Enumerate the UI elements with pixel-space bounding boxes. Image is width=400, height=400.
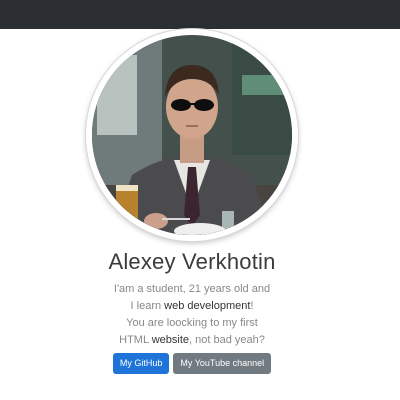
- bio-line-2: I learn web development!: [0, 298, 384, 315]
- github-button[interactable]: My GitHub: [112, 353, 170, 374]
- avatar: [92, 35, 292, 235]
- top-navbar: [0, 0, 400, 29]
- bio-line-4-prefix: HTML: [119, 334, 152, 346]
- bio-highlight-website: website: [151, 334, 190, 346]
- bio-line-2-prefix: I learn: [130, 300, 165, 312]
- bio-line-4: HTML website, not bad yeah?: [0, 332, 384, 349]
- bio-line-2-suffix: !: [250, 300, 254, 312]
- bio-highlight-web-development: web development: [164, 300, 251, 312]
- bio-line-1: I'am a student, 21 years old and: [113, 283, 271, 295]
- profile-links: My GitHub My YouTube channel: [0, 353, 384, 374]
- profile-name: Alexey Verkhotin: [108, 249, 276, 274]
- youtube-button[interactable]: My YouTube channel: [173, 353, 272, 374]
- profile-bio: I'am a student, 21 years old and I learn…: [0, 281, 384, 349]
- avatar-frame: [86, 29, 298, 241]
- bio-line-4-suffix: , not bad yeah?: [189, 334, 265, 346]
- bio-line-3: You are loocking to my first: [126, 317, 258, 329]
